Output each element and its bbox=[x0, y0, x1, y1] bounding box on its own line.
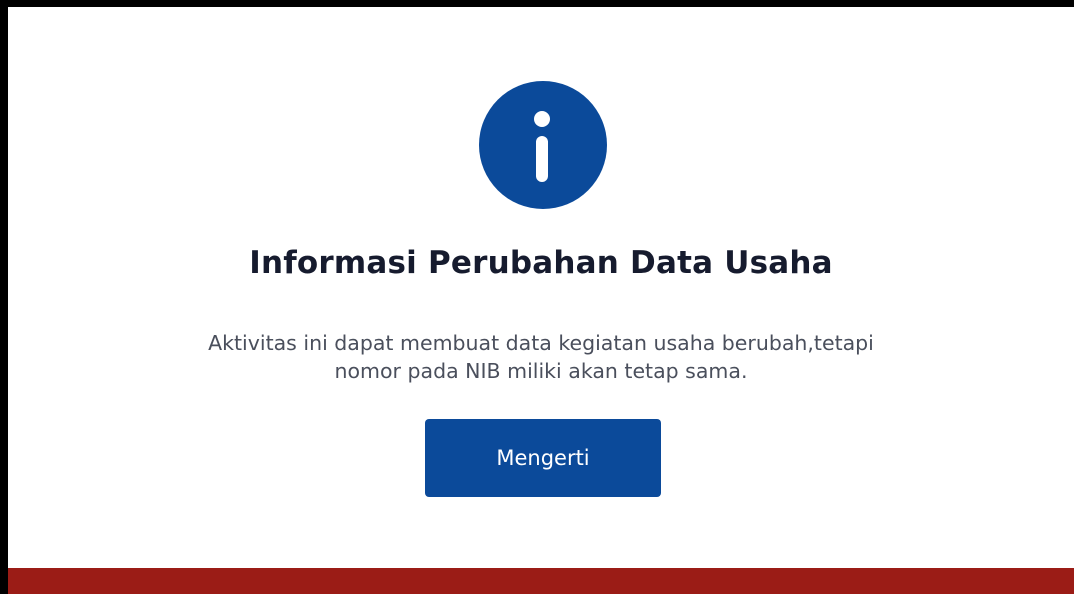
confirm-button[interactable]: Mengerti bbox=[425, 419, 661, 497]
info-icon bbox=[479, 81, 607, 209]
info-dialog: Informasi Perubahan Data Usaha Aktivitas… bbox=[8, 7, 1074, 594]
dialog-message-line-1: Aktivitas ini dapat membuat data kegiata… bbox=[208, 331, 874, 355]
dialog-title: Informasi Perubahan Data Usaha bbox=[249, 245, 833, 281]
bottom-accent-bar bbox=[8, 568, 1074, 594]
screen-frame: Informasi Perubahan Data Usaha Aktivitas… bbox=[0, 0, 1074, 594]
dialog-message-line-2: nomor pada NIB miliki akan tetap sama. bbox=[334, 359, 748, 383]
dialog-message: Aktivitas ini dapat membuat data kegiata… bbox=[8, 329, 1074, 385]
